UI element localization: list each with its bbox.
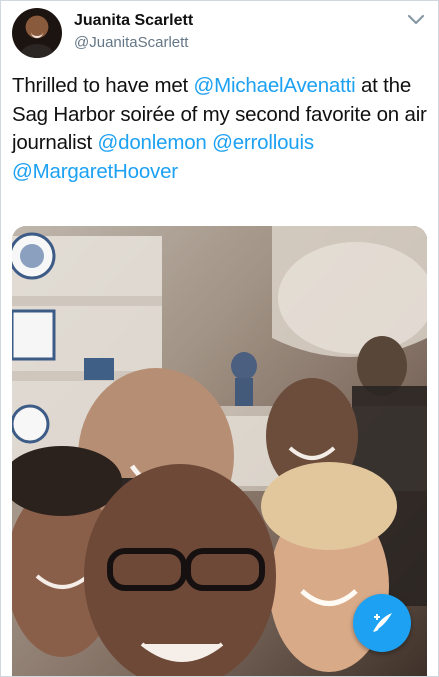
author-handle[interactable]: @JuanitaScarlett [74,34,188,51]
compose-tweet-icon [373,613,392,632]
chevron-down-icon[interactable] [407,12,425,26]
tweet-text: Thrilled to have met @MichaelAvenatti at… [12,72,427,186]
author-name[interactable]: Juanita Scarlett [74,12,193,30]
mention-link[interactable]: @errollouis [212,131,314,154]
avatar-smile [31,32,43,38]
compose-tweet-button[interactable] [353,594,411,652]
avatar-shoulders [20,44,54,58]
mention-link[interactable]: @MichaelAvenatti [194,74,356,97]
tweet-text-fragment: Thrilled to have met [12,74,194,97]
avatar[interactable] [12,8,62,58]
mention-link[interactable]: @donlemon [98,131,207,154]
mention-link[interactable]: @MargaretHoover [12,160,178,183]
